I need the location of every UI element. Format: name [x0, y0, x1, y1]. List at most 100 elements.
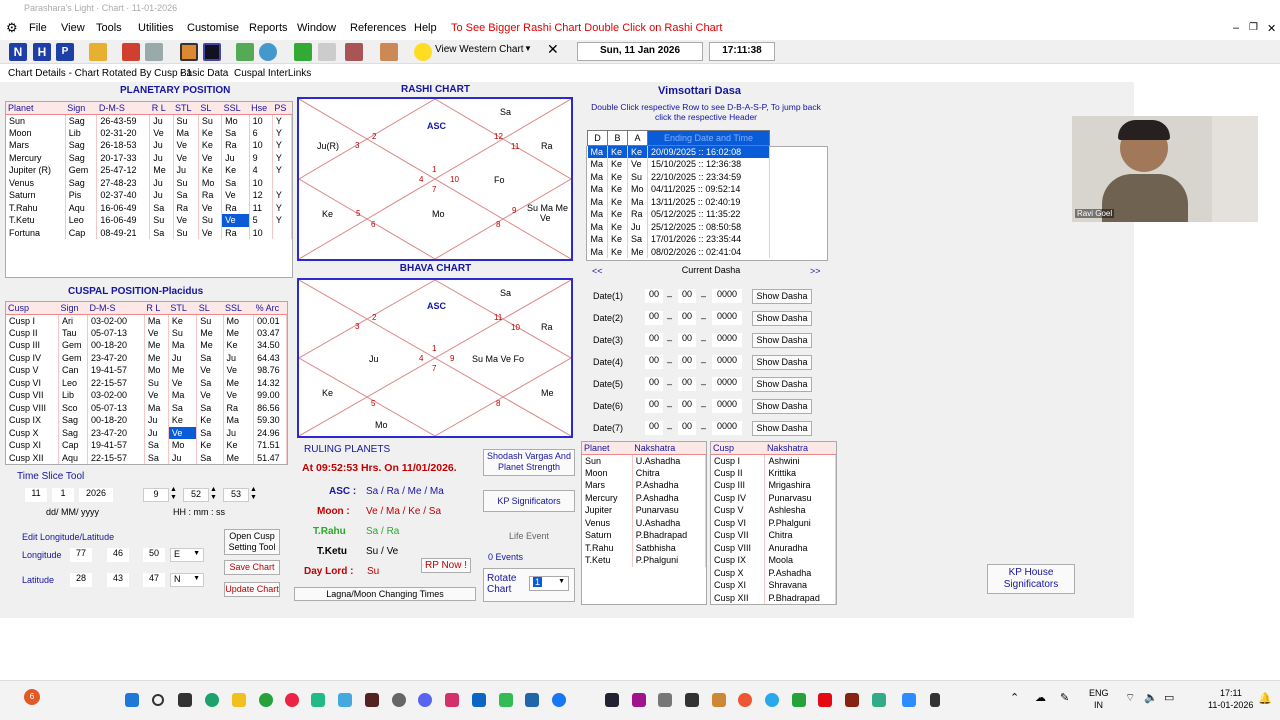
date-month-input[interactable]: 00 — [678, 333, 696, 347]
instagram-icon[interactable] — [445, 693, 459, 707]
minute-spinner-icon[interactable]: ▲ ▼ — [210, 486, 217, 502]
app-icon[interactable] — [605, 693, 619, 707]
date-month-input[interactable]: 00 — [678, 377, 696, 391]
settings-icon[interactable] — [145, 43, 163, 61]
tab-cuspal-interlinks[interactable]: Cuspal InterLinks — [234, 68, 311, 79]
date-day-input[interactable]: 00 — [645, 399, 663, 413]
date-day-input[interactable]: 00 — [645, 355, 663, 369]
search-icon[interactable] — [152, 694, 164, 706]
latitude-sec-input[interactable]: 47 — [143, 573, 165, 587]
menu-customise[interactable]: Customise — [187, 22, 239, 34]
clock-date[interactable]: 11-01-2026 — [1208, 700, 1253, 710]
dasa-row[interactable]: Ma Ke Ju 25/12/2025 :: 08:50:58 — [587, 220, 770, 233]
edge-icon[interactable] — [205, 693, 219, 707]
sun-icon[interactable] — [414, 43, 432, 61]
app-icon[interactable] — [311, 693, 325, 707]
date-day-input[interactable]: 00 — [645, 289, 663, 303]
app-icon[interactable] — [792, 693, 806, 707]
naks_c-row[interactable]: Cusp IX Moola — [711, 554, 836, 567]
cloud-icon[interactable]: ☁ — [1035, 691, 1046, 704]
planetary-row[interactable]: Moon Lib 02-31-20 Ve Ma Ke Sa 6 Y — [6, 126, 293, 139]
minute-input[interactable]: 52 — [183, 488, 209, 502]
zoom-icon[interactable] — [902, 693, 916, 707]
battery-icon[interactable]: ▭ — [1164, 691, 1174, 704]
open-folder-icon[interactable] — [89, 43, 107, 61]
app-icon[interactable] — [632, 693, 646, 707]
latitude-min-input[interactable]: 43 — [107, 573, 129, 587]
app-icon[interactable] — [845, 693, 859, 707]
volume-icon[interactable]: 🔈 — [1144, 691, 1158, 704]
new-chart-icon[interactable]: N — [9, 43, 27, 61]
naks_p-row[interactable]: Jupiter Punarvasu — [582, 504, 707, 517]
task-view-icon[interactable] — [178, 693, 192, 707]
open-cusp-setting-tool-button[interactable]: Open Cusp Setting Tool — [224, 529, 280, 555]
view-western-chart[interactable]: View Western Chart — [435, 44, 524, 55]
naks_c-row[interactable]: Cusp XII P.Bhadrapad — [711, 591, 836, 604]
cuspal-row[interactable]: Cusp II Tau 05-07-13 Ve Su Me Me 03.47 — [6, 326, 287, 339]
dasa-column-header[interactable]: Ending Date and Time — [647, 130, 770, 146]
restore-icon[interactable]: ❐ — [1249, 22, 1258, 33]
naks_c-row[interactable]: Cusp I Ashwini — [711, 454, 836, 467]
dasa-column-header[interactable]: B — [607, 130, 628, 146]
dasa-column-header[interactable]: A — [627, 130, 648, 146]
chrome-icon[interactable] — [285, 693, 299, 707]
naks_c-row[interactable]: Cusp III Mrigashira — [711, 479, 836, 492]
lagna-moon-changing-times-button[interactable]: Lagna/Moon Changing Times — [294, 587, 476, 601]
cuspal-row[interactable]: Cusp XI Cap 19-41-57 Sa Mo Ke Ke 71.51 — [6, 439, 287, 452]
netflix-icon[interactable] — [818, 693, 832, 707]
naks_p-row[interactable]: T.Rahu Satbhisha — [582, 541, 707, 554]
naks_p-row[interactable]: Sun U.Ashadha — [582, 454, 707, 467]
date-year-input[interactable]: 0000 — [712, 355, 742, 369]
planetary-column-header[interactable]: STL — [173, 102, 199, 115]
date-month-input[interactable]: 00 — [678, 355, 696, 369]
tab-chart-details[interactable]: Chart Details - Chart Rotated By Cusp - … — [8, 68, 192, 79]
longitude-dir-select[interactable]: E ▼ — [170, 548, 204, 562]
planetary-row[interactable]: T.Rahu Aqu 16-06-49 Sa Ra Ve Ra 11 Y — [6, 201, 293, 214]
cuspal-column-header[interactable]: SL — [196, 302, 224, 315]
file-explorer-icon[interactable] — [232, 693, 246, 707]
planetary-column-header[interactable]: SL — [198, 102, 222, 115]
cuspal-row[interactable]: Cusp I Ari 03-02-00 Ma Ke Su Mo 00.01 — [6, 314, 287, 327]
cuspal-row[interactable]: Cusp V Can 19-41-57 Mo Me Ve Ve 98.76 — [6, 364, 287, 377]
menu-references[interactable]: References — [350, 22, 406, 34]
naks_p-row[interactable]: Mars P.Ashadha — [582, 479, 707, 492]
close-icon[interactable]: ✕ — [1267, 22, 1276, 35]
whatsapp-icon[interactable] — [259, 693, 273, 707]
naks_c-row[interactable]: Cusp V Ashlesha — [711, 504, 836, 517]
menu-file[interactable]: File — [29, 22, 47, 34]
naks_p-column-header[interactable]: Nakshatra — [632, 442, 706, 455]
transit-icon[interactable] — [236, 43, 254, 61]
longitude-sec-input[interactable]: 50 — [143, 548, 165, 562]
current-dasha-button[interactable]: Current Dasha — [662, 265, 760, 277]
horary-chart-icon[interactable]: H — [33, 43, 51, 61]
globe-icon[interactable] — [259, 43, 277, 61]
date-day-input[interactable]: 00 — [645, 377, 663, 391]
kp-house-significators-button[interactable]: KP House Significators — [987, 564, 1075, 594]
menu-view[interactable]: View — [61, 22, 85, 34]
longitude-min-input[interactable]: 46 — [107, 548, 129, 562]
bhava-chart[interactable]: ASC 2 3 11 10 1 4 9 7 5 8 Sa Ra Ju Su Ma… — [297, 278, 573, 438]
month-input[interactable]: 1 — [52, 488, 74, 502]
naks_c-column-header[interactable]: Cusp — [711, 442, 765, 455]
chevron-up-icon[interactable]: ⌃ — [1010, 691, 1019, 704]
app-icon[interactable] — [930, 693, 940, 707]
app-gear-icon[interactable]: ⚙ — [6, 20, 18, 36]
sync-icon[interactable] — [318, 43, 336, 61]
show-dasha-button[interactable]: Show Dasha — [752, 333, 812, 348]
show-dasha-button[interactable]: Show Dasha — [752, 377, 812, 392]
forward-icon[interactable] — [294, 43, 312, 61]
app-icon[interactable] — [872, 693, 886, 707]
date-year-input[interactable]: 0000 — [712, 311, 742, 325]
show-dasha-button[interactable]: Show Dasha — [752, 311, 812, 326]
wrench-icon[interactable] — [345, 43, 363, 61]
rashi-chart[interactable]: ASC 2 3 12 11 4 1 7 10 5 6 9 8 Sa Ju(R) … — [297, 97, 573, 261]
planetary-column-header[interactable]: Hse — [249, 102, 273, 115]
cuspal-column-header[interactable]: R L — [144, 302, 169, 315]
planetary-column-header[interactable]: Planet — [6, 102, 66, 115]
show-dasha-button[interactable]: Show Dasha — [752, 399, 812, 414]
update-chart-button[interactable]: Update Chart — [224, 582, 280, 597]
dasa-row[interactable]: Ma Ke Sa 17/01/2026 :: 23:35:44 — [587, 233, 770, 246]
date-month-input[interactable]: 00 — [678, 399, 696, 413]
date-year-input[interactable]: 0000 — [712, 399, 742, 413]
planetary-column-header[interactable]: D-M-S — [96, 102, 150, 115]
